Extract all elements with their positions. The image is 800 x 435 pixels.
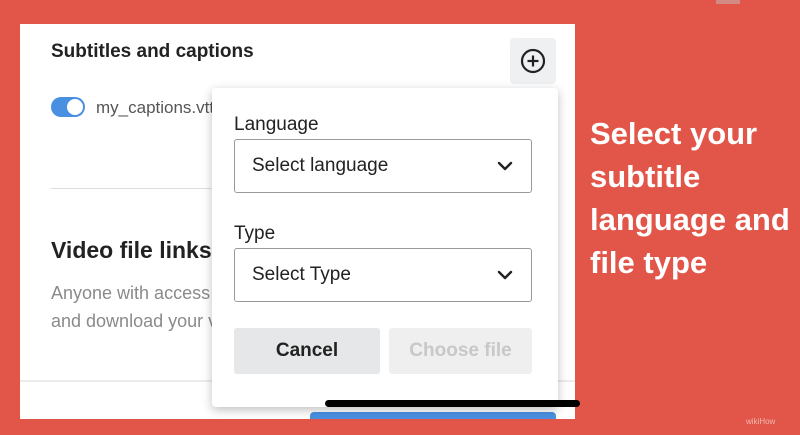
section-divider [51, 188, 211, 189]
subtitle-upload-popover: Language Select language Type Select Typ… [212, 88, 558, 407]
type-label: Type [234, 223, 276, 244]
chevron-down-icon [497, 161, 513, 171]
video-links-title: Video file links [51, 237, 212, 263]
type-select-value: Select Type [252, 264, 351, 285]
instruction-line-4: file type [590, 245, 708, 280]
instruction-line-2: subtitle [590, 159, 701, 194]
toggle-knob [67, 99, 83, 115]
watermark: wikiHow [746, 417, 776, 426]
subtitles-section-title: Subtitles and captions [51, 41, 254, 62]
top-edge-mark [716, 0, 740, 4]
chevron-down-icon [497, 270, 513, 280]
instruction-text: Select your subtitle language and file t… [590, 112, 790, 284]
bottom-action-button[interactable] [310, 412, 556, 419]
choose-file-button[interactable]: Choose file [389, 328, 532, 374]
language-label: Language [234, 114, 319, 135]
instruction-line-1: Select your [590, 116, 758, 151]
type-select[interactable]: Select Type [234, 248, 532, 302]
language-select-value: Select language [252, 155, 389, 176]
horizontal-scrollbar[interactable] [325, 400, 580, 407]
caption-file-name: my_captions.vtt [96, 98, 215, 117]
instruction-line-3: language and [590, 202, 790, 237]
caption-toggle[interactable] [51, 97, 85, 117]
plus-circle-icon [520, 48, 546, 74]
cancel-button[interactable]: Cancel [234, 328, 380, 374]
language-select[interactable]: Select language [234, 139, 532, 193]
add-subtitle-button[interactable] [510, 38, 556, 84]
